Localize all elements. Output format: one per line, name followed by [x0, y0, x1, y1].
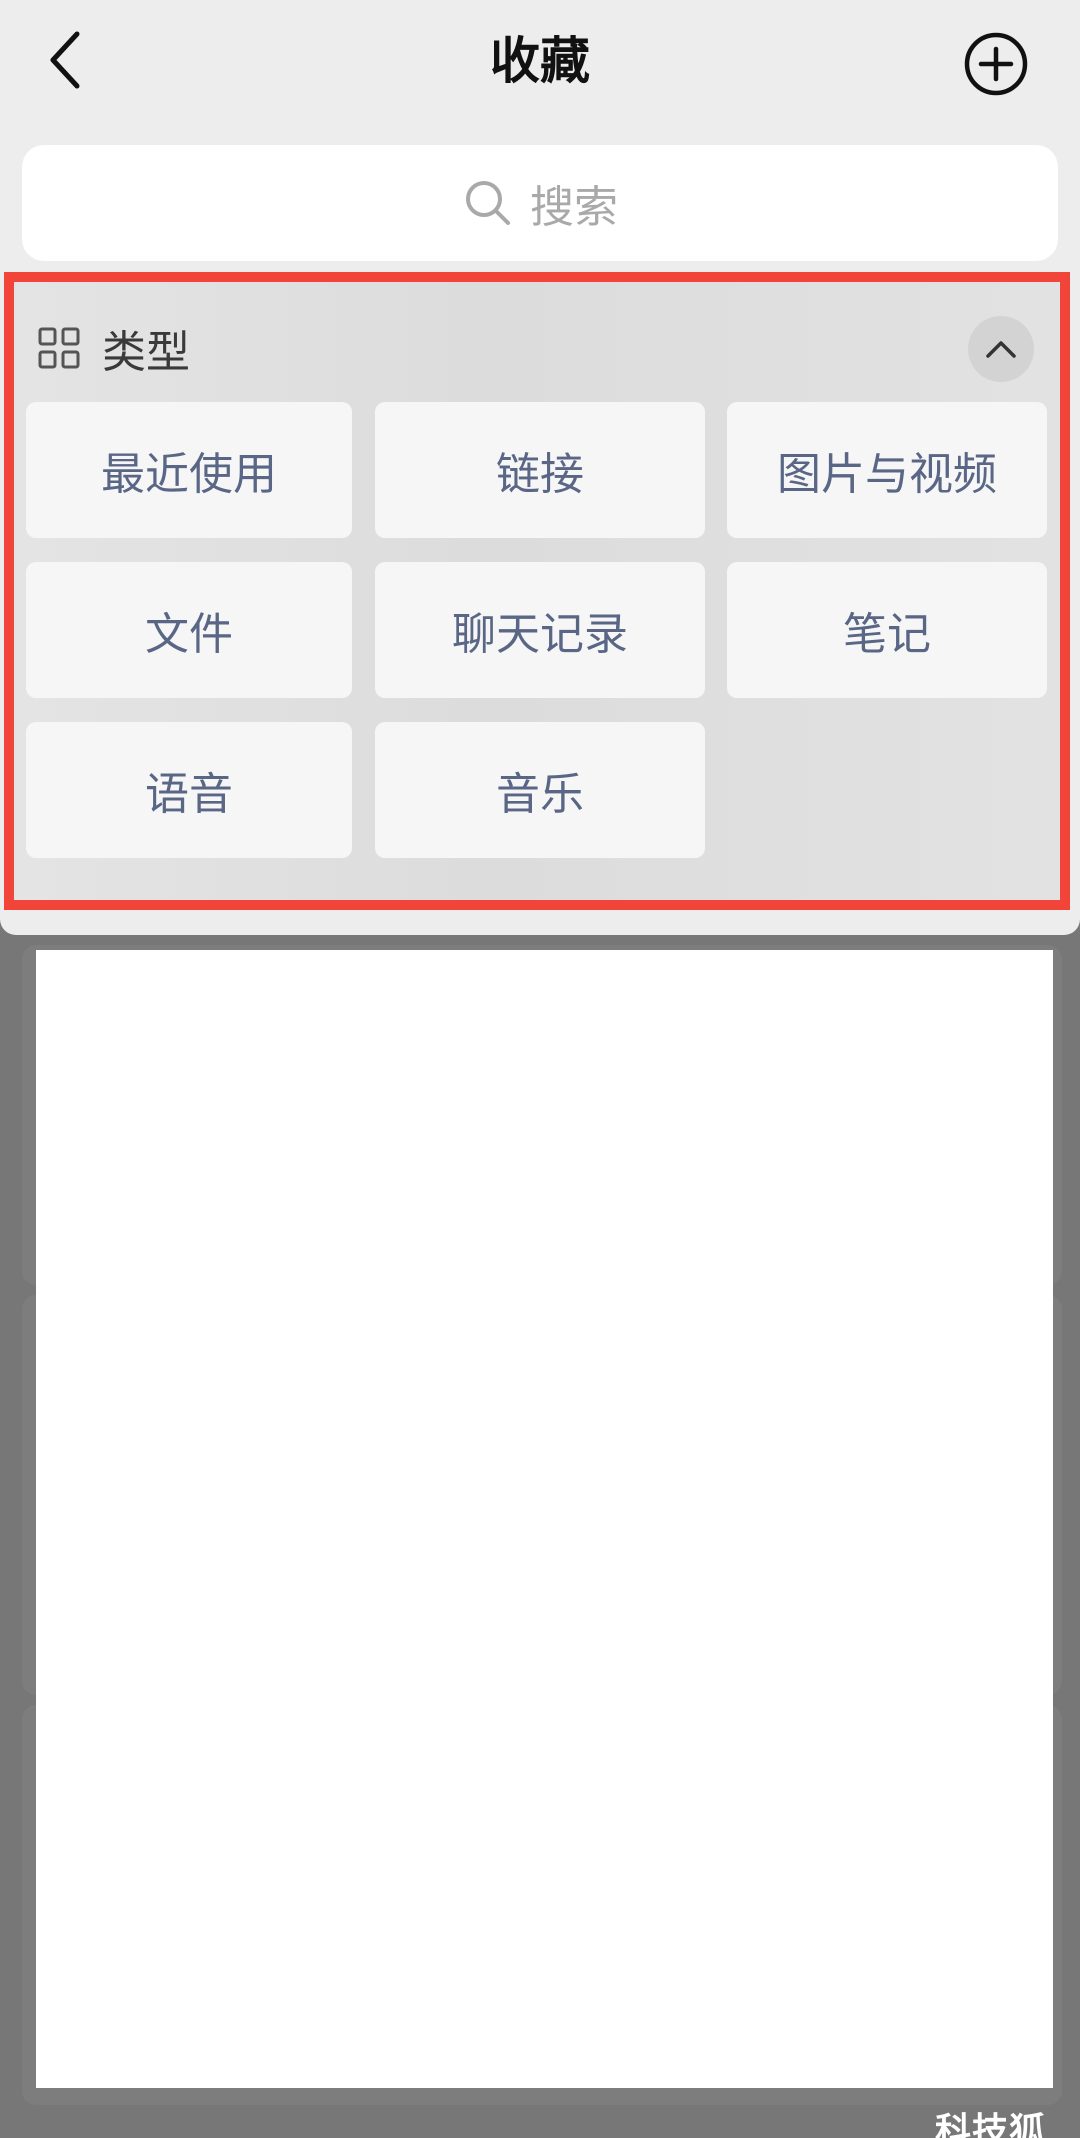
nav-bar: 收藏	[0, 0, 1080, 125]
content-card	[36, 950, 1053, 2088]
highlight-frame	[4, 272, 1070, 910]
plus-circle-icon	[964, 32, 1028, 96]
favorites-screen: 收藏 搜索 类型 最近使用 链接 图片与视频 文件 聊天记录 笔记 语音 音乐 …	[0, 0, 1080, 2138]
search-placeholder: 搜索	[530, 182, 618, 233]
search-input[interactable]: 搜索	[22, 145, 1058, 261]
page-title: 收藏	[490, 32, 590, 90]
add-button[interactable]	[962, 30, 1030, 98]
watermark: 科技狐	[935, 2111, 1047, 2138]
search-icon	[462, 177, 514, 229]
